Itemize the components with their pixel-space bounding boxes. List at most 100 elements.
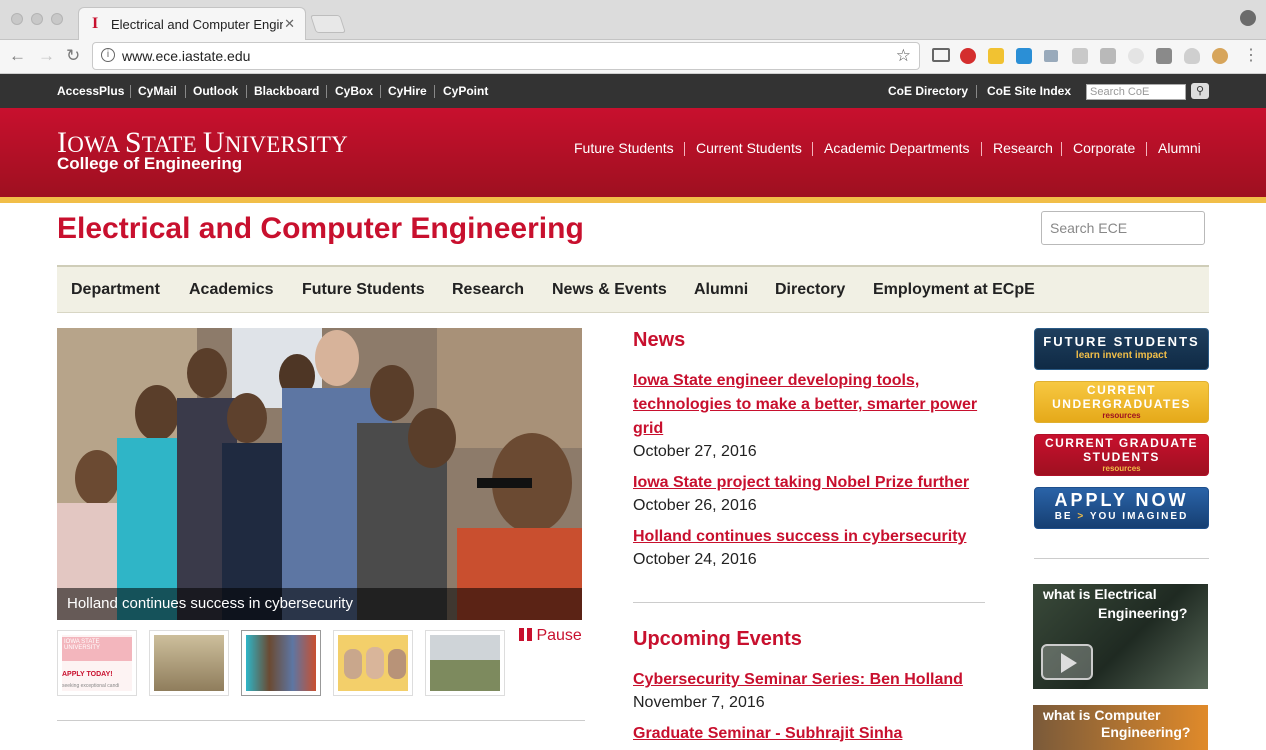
util-link-coe-directory[interactable]: CoE Directory: [888, 84, 968, 98]
video-computer-engineering[interactable]: what is Computer Engineering?: [1033, 705, 1208, 750]
arrow-icon: >: [1077, 511, 1086, 522]
address-url[interactable]: www.ece.iastate.edu: [122, 48, 250, 64]
util-link-outlook[interactable]: Outlook: [193, 84, 238, 98]
skype-extension-icon[interactable]: [1016, 48, 1032, 64]
portrait: [344, 649, 362, 679]
util-link-blackboard[interactable]: Blackboard: [254, 84, 319, 98]
subnav-employment[interactable]: Employment at ECpE: [873, 281, 1035, 299]
divider: [633, 602, 985, 603]
extension-icon[interactable]: [1100, 48, 1116, 64]
search-icon: ⚲: [1195, 85, 1205, 97]
tab-close-icon[interactable]: ✕: [284, 16, 295, 32]
divider: [130, 85, 131, 98]
slideshow-image[interactable]: Holland continues success in cybersecuri…: [57, 328, 582, 620]
slide-thumbnail[interactable]: [425, 630, 505, 696]
address-bar[interactable]: i www.ece.iastate.edu ☆: [92, 42, 920, 70]
thumb-text: APPLY TODAY!: [62, 671, 113, 678]
back-arrow-icon[interactable]: ←: [9, 46, 26, 66]
subnav-alumni[interactable]: Alumni: [694, 281, 748, 299]
video-caption-text: Engineering?: [1101, 724, 1191, 740]
subnav-department[interactable]: Department: [71, 281, 160, 299]
adblock-extension-icon[interactable]: [960, 48, 976, 64]
info-icon[interactable]: i: [101, 48, 115, 62]
reload-icon[interactable]: ↻: [66, 46, 80, 66]
forward-arrow-icon[interactable]: →: [38, 46, 55, 66]
mainnav-alumni[interactable]: Alumni: [1158, 140, 1201, 156]
mainnav-corporate[interactable]: Corporate: [1073, 140, 1135, 156]
extension-icon[interactable]: [1072, 48, 1088, 64]
news-date: October 26, 2016: [633, 497, 757, 514]
dropbox-extension-icon[interactable]: [1044, 50, 1058, 62]
util-link-accessplus[interactable]: AccessPlus: [57, 84, 124, 98]
page-title[interactable]: Electrical and Computer Engineering: [57, 212, 584, 246]
promo-title: APPLY NOW: [1054, 490, 1189, 510]
play-button[interactable]: [1041, 644, 1093, 680]
bookmark-star-icon[interactable]: ☆: [896, 46, 911, 66]
cast-icon[interactable]: [932, 48, 950, 62]
slideshow-pause-button[interactable]: Pause: [519, 627, 582, 645]
group-photo: [57, 328, 582, 620]
video-caption-text: what is Computer: [1043, 707, 1161, 723]
extension-icon[interactable]: [1128, 48, 1144, 64]
events-heading: Upcoming Events: [633, 628, 802, 650]
current-graduate-students-button[interactable]: CURRENT GRADUATE STUDENTS resources: [1034, 434, 1209, 476]
new-tab-button[interactable]: [310, 15, 346, 33]
apply-now-button[interactable]: APPLY NOW BE > YOU IMAGINED: [1034, 487, 1209, 529]
ece-search-input[interactable]: Search ECE: [1041, 211, 1205, 245]
profile-icon[interactable]: [1240, 10, 1256, 26]
window-close-button[interactable]: [11, 13, 23, 25]
current-undergraduates-button[interactable]: CURRENT UNDERGRADUATES resources: [1034, 381, 1209, 423]
browser-menu-icon[interactable]: ⋮: [1243, 45, 1259, 65]
mainnav-future-students[interactable]: Future Students: [574, 140, 674, 156]
mainnav-current-students[interactable]: Current Students: [696, 140, 802, 156]
window-minimize-button[interactable]: [31, 13, 43, 25]
video-caption: Engineering?: [1098, 605, 1187, 621]
event-link[interactable]: Cybersecurity Seminar Series: Ben Hollan…: [633, 668, 993, 692]
slide-thumbnail[interactable]: [333, 630, 413, 696]
subnav-directory[interactable]: Directory: [775, 281, 845, 299]
slide-thumbnail[interactable]: [149, 630, 229, 696]
browser-tab[interactable]: I Electrical and Computer Engineering ✕: [78, 7, 306, 40]
gold-divider: [0, 197, 1266, 203]
divider: [326, 85, 327, 98]
cloud-extension-icon[interactable]: [1184, 48, 1200, 64]
mainnav-academic-departments[interactable]: Academic Departments: [824, 140, 970, 156]
news-link[interactable]: Holland continues success in cybersecuri…: [633, 525, 993, 549]
event-link[interactable]: Graduate Seminar - Subhrajit Sinha: [633, 722, 993, 746]
subnav-research[interactable]: Research: [452, 281, 524, 299]
coe-search-input[interactable]: Search CoE: [1086, 84, 1186, 100]
thumb-text: IOWA STATE UNIVERSITY: [62, 637, 132, 661]
extension-icon[interactable]: [1156, 48, 1172, 64]
cookie-extension-icon[interactable]: [1212, 48, 1228, 64]
pause-label: Pause: [536, 627, 582, 644]
util-link-cymail[interactable]: CyMail: [138, 84, 177, 98]
promo-subtitle-text: YOU IMAGINED: [1089, 511, 1189, 522]
util-link-coe-site-index[interactable]: CoE Site Index: [987, 84, 1071, 98]
subnav-academics[interactable]: Academics: [189, 281, 274, 299]
divider: [684, 142, 685, 156]
coe-search-button[interactable]: ⚲: [1191, 83, 1209, 99]
util-link-cyhire[interactable]: CyHire: [388, 84, 427, 98]
video-caption: Engineering?: [1101, 724, 1190, 740]
util-link-cybox[interactable]: CyBox: [335, 84, 373, 98]
subnav-news-events[interactable]: News & Events: [552, 281, 667, 299]
mainnav-research[interactable]: Research: [993, 140, 1053, 156]
util-link-cypoint[interactable]: CyPoint: [443, 84, 488, 98]
divider: [1146, 142, 1147, 156]
promo-subtitle: learn invent impact: [1075, 350, 1168, 361]
subnav-future-students[interactable]: Future Students: [302, 281, 425, 299]
isu-favicon-icon: I: [92, 15, 99, 32]
video-electrical-engineering[interactable]: what is Electrical Engineering?: [1033, 584, 1208, 689]
notes-extension-icon[interactable]: [988, 48, 1004, 64]
news-link[interactable]: Iowa State engineer developing tools, te…: [633, 369, 988, 441]
slideshow-caption[interactable]: Holland continues success in cybersecuri…: [57, 588, 582, 620]
promo-subtitle: BE > YOU IMAGINED: [1035, 511, 1208, 522]
portrait: [388, 649, 406, 679]
future-students-button[interactable]: FUTURE STUDENTS learn invent impact: [1034, 328, 1209, 370]
slide-thumbnail[interactable]: IOWA STATE UNIVERSITY APPLY TODAY! seeki…: [57, 630, 137, 696]
college-name[interactable]: College of Engineering: [57, 154, 242, 174]
news-link[interactable]: Iowa State project taking Nobel Prize fu…: [633, 471, 993, 495]
window-zoom-button[interactable]: [51, 13, 63, 25]
browser-tab-strip: I Electrical and Computer Engineering ✕: [0, 0, 1266, 40]
slide-thumbnail-active[interactable]: [241, 630, 321, 696]
